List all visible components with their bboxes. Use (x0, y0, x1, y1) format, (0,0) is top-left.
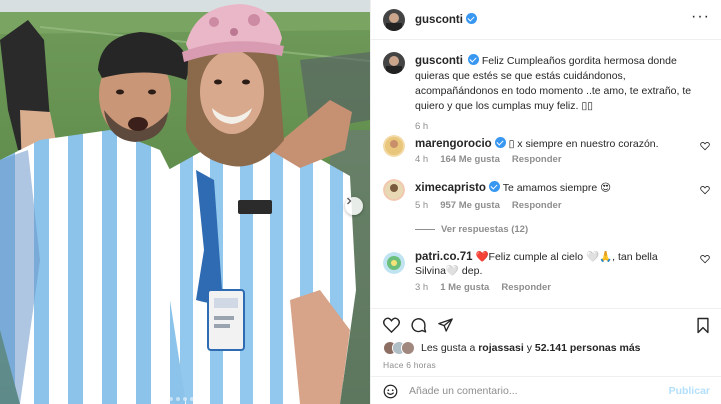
author-avatar[interactable] (383, 9, 405, 31)
verified-badge-icon (488, 181, 500, 192)
comment-likes[interactable]: 1 Me gusta (440, 282, 489, 293)
reply-button[interactable]: Responder (501, 282, 551, 293)
likes-user[interactable]: rojassasi (478, 342, 524, 354)
likes-summary: Les gusta a rojassasi y 52.141 personas … (383, 341, 641, 355)
comment-age: 3 h (415, 282, 429, 293)
view-replies-label: Ver respuestas (12) (441, 224, 529, 235)
post-header: gusconti ··· (371, 0, 721, 40)
caption-username[interactable]: gusconti (415, 55, 463, 67)
comment-meta: 5 h 957 Me gusta Responder (415, 200, 562, 211)
carousel-dot (197, 397, 201, 401)
avatar-image (383, 252, 405, 274)
carousel-dot (190, 397, 194, 401)
like-comment-heart-icon[interactable] (700, 141, 710, 151)
carousel-indicator (0, 397, 370, 401)
like-comment-heart-icon[interactable] (700, 254, 710, 264)
likes-prefix: Les gusta a (421, 342, 476, 354)
carousel-dot (169, 397, 173, 401)
replies-divider (415, 229, 435, 230)
post-caption: gusconti Feliz Cumpleaños gordita hermos… (415, 54, 711, 134)
post-timestamp[interactable]: Hace 6 horas (383, 360, 436, 370)
carousel-dot (162, 397, 166, 401)
comment-meta: 3 h 1 Me gusta Responder (415, 282, 551, 293)
emoji-smiley-icon[interactable] (383, 384, 398, 399)
post-sidebar: gusconti ··· gusconti Feliz Cumpleaños g… (370, 0, 721, 404)
liker-avatar (401, 341, 415, 355)
instagram-post: gusconti ··· gusconti Feliz Cumpleaños g… (0, 0, 721, 404)
comment-body: marengorocio ▯ x siempre en nuestro cora… (415, 137, 685, 151)
comment-text: ▯ x siempre en nuestro corazón. (508, 138, 659, 150)
comment-meta: 4 h 164 Me gusta Responder (415, 154, 562, 165)
comment-username[interactable]: patri.co.71 (415, 251, 473, 263)
liker-avatars (383, 341, 415, 355)
comment-bubble-icon[interactable] (410, 317, 427, 334)
post-actions-bar (371, 308, 721, 336)
commenter-avatar[interactable] (383, 252, 405, 274)
comment-username[interactable]: ximecapristo (415, 182, 486, 194)
verified-badge-icon (494, 137, 506, 148)
photo-illustration (0, 0, 370, 404)
carousel-next-button[interactable] (345, 197, 363, 215)
share-paper-plane-icon[interactable] (437, 317, 454, 333)
verified-badge-icon (467, 54, 479, 65)
reply-button[interactable]: Responder (512, 154, 562, 165)
carousel-dot (176, 397, 180, 401)
carousel-dot (204, 397, 208, 401)
publish-button[interactable]: Publicar (669, 385, 710, 397)
post-photo[interactable] (0, 0, 370, 404)
verified-badge-icon (465, 13, 477, 24)
author-name-row: gusconti (415, 13, 477, 26)
caption-avatar[interactable] (383, 52, 405, 74)
view-replies-button[interactable]: Ver respuestas (12) (415, 224, 528, 235)
author-username[interactable]: gusconti (415, 14, 463, 26)
avatar-image (383, 135, 405, 157)
comment-body: ximecapristo Te amamos siempre 😍 (415, 181, 685, 195)
like-heart-icon[interactable] (383, 317, 400, 333)
like-comment-heart-icon[interactable] (700, 185, 710, 195)
comment-likes[interactable]: 957 Me gusta (440, 200, 500, 211)
avatar-image (383, 179, 405, 201)
chevron-right-icon (347, 197, 352, 205)
comment-age: 5 h (415, 200, 429, 211)
save-bookmark-icon[interactable] (696, 317, 710, 334)
comment-age: 4 h (415, 154, 429, 165)
carousel-dot (183, 397, 187, 401)
likes-count[interactable]: 52.141 personas más (535, 342, 641, 354)
comment-likes[interactable]: 164 Me gusta (440, 154, 500, 165)
avatar-image (383, 52, 405, 74)
more-options-icon[interactable]: ··· (691, 9, 710, 25)
comment-input[interactable] (409, 381, 669, 401)
comment-username[interactable]: marengorocio (415, 138, 492, 150)
reply-button[interactable]: Responder (512, 200, 562, 211)
comment-text: Te amamos siempre 😍 (502, 182, 612, 194)
comment-body: patri.co.71 ❤️Feliz cumple al cielo 🤍🙏, … (415, 250, 685, 278)
commenter-avatar[interactable] (383, 179, 405, 201)
commenter-avatar[interactable] (383, 135, 405, 157)
caption-age: 6 h (415, 121, 429, 132)
likes-conjunction: y (526, 342, 532, 354)
avatar-image (383, 9, 405, 31)
comment-composer: Publicar (371, 376, 721, 404)
